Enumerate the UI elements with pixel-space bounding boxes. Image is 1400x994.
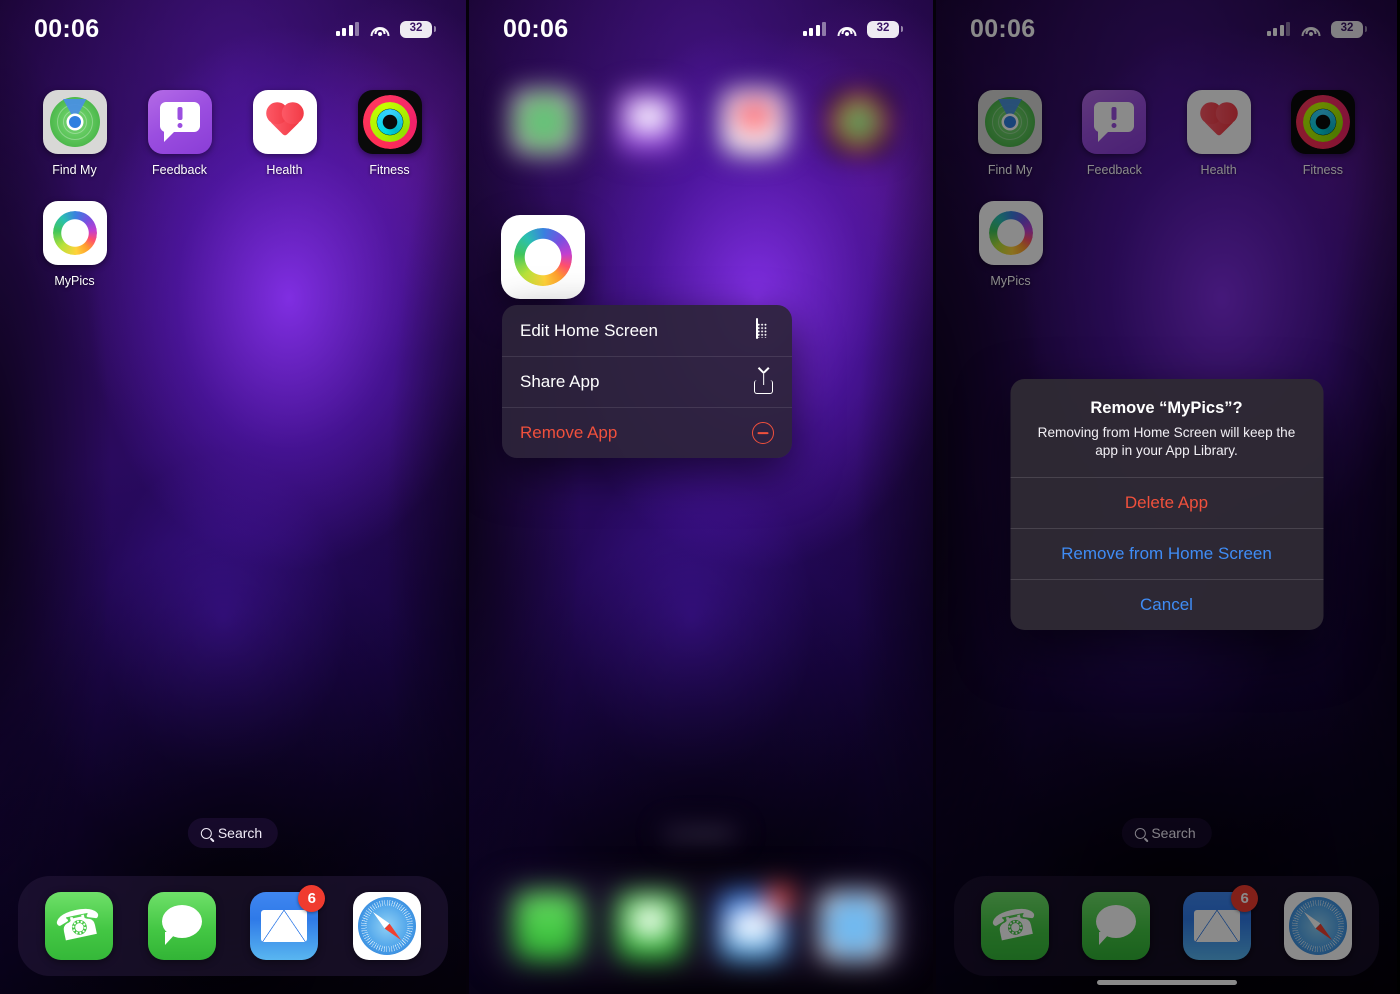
- context-menu-item-edit-home-screen[interactable]: Edit Home Screen: [502, 305, 792, 356]
- health-icon: [721, 90, 786, 154]
- home-screen-grid-icon: [752, 317, 774, 343]
- app-label: Health: [266, 163, 303, 177]
- app-fitness[interactable]: Fitness: [337, 90, 442, 177]
- battery-icon: 32: [867, 20, 904, 38]
- app-label: Fitness: [369, 163, 410, 177]
- app-row-1: Find My Feedback Health Fitness: [22, 90, 444, 177]
- app-health: [701, 90, 806, 154]
- app-grid: Find My Feedback Health Fitness MyPics: [0, 90, 466, 288]
- feedback-icon: [147, 90, 212, 154]
- minus-circle-icon: [752, 422, 774, 444]
- share-icon: [753, 371, 774, 394]
- context-menu-item-label: Share App: [520, 372, 600, 391]
- wifi-icon: [370, 22, 389, 36]
- remove-app-alert: Remove “MyPics”? Removing from Home Scre…: [1010, 379, 1323, 631]
- panel-remove-alert: 00:06 32 Find My Feedback Health Fitness…: [936, 0, 1397, 994]
- search-label: Search: [685, 825, 731, 841]
- wifi-icon: [837, 22, 856, 36]
- dock-app-mail: 6: [718, 885, 793, 960]
- cellular-bars-icon: [802, 22, 826, 36]
- mail-badge: 6: [298, 885, 326, 912]
- app-health[interactable]: Health: [232, 90, 337, 177]
- search-pill[interactable]: Search: [187, 818, 279, 848]
- dock-app-safari: [820, 892, 888, 960]
- dock-app-phone: [514, 892, 582, 960]
- app-feedback: [596, 90, 701, 154]
- battery-icon: 32: [400, 20, 437, 38]
- alert-message: Removing from Home Screen will keep the …: [1037, 425, 1296, 459]
- app-label: MyPics: [54, 274, 95, 288]
- context-menu-item-label: Edit Home Screen: [520, 320, 658, 340]
- app-label: Find My: [52, 163, 97, 177]
- status-bar: 00:06 32: [469, 0, 933, 58]
- fitness-icon: [826, 90, 891, 154]
- app-row-1: [491, 90, 911, 154]
- battery-level: 32: [876, 22, 890, 35]
- app-fitness: [806, 90, 911, 154]
- find-my-icon: [42, 90, 107, 154]
- dock-blurred: 6: [487, 876, 915, 976]
- dock-app-messages[interactable]: [147, 892, 216, 960]
- fitness-icon: [357, 90, 422, 154]
- mail-badge: 6: [766, 885, 793, 912]
- app-find-my[interactable]: Find My: [22, 90, 127, 177]
- app-grid-blurred: [469, 90, 933, 154]
- context-menu-item-share-app[interactable]: Share App: [502, 356, 792, 407]
- status-clock: 00:06: [34, 14, 100, 43]
- panel-home-screen: 00:06 32 Find My Feedback Health Fitness…: [0, 0, 466, 994]
- alert-button-delete-app[interactable]: Delete App: [1010, 477, 1323, 528]
- feedback-icon: [616, 90, 681, 154]
- app-label: Feedback: [152, 163, 207, 177]
- search-icon: [668, 827, 680, 839]
- dock: 6: [18, 876, 448, 976]
- health-icon: [252, 90, 317, 154]
- cellular-bars-icon: [335, 22, 359, 36]
- status-bar: 00:06 32: [0, 0, 466, 58]
- search-icon: [200, 827, 212, 839]
- battery-level: 32: [409, 22, 423, 35]
- lifted-app-icon-mypics[interactable]: [501, 215, 585, 299]
- alert-button-remove-from-home-screen[interactable]: Remove from Home Screen: [1010, 528, 1323, 579]
- mypics-icon: [42, 201, 107, 265]
- alert-header: Remove “MyPics”? Removing from Home Scre…: [1010, 379, 1323, 477]
- dock-app-safari[interactable]: [352, 892, 421, 960]
- three-panel-screenshot-strip: 00:06 32 Find My Feedback Health Fitness…: [0, 0, 1400, 994]
- dock-app-messages: [616, 892, 684, 960]
- status-indicators: 32: [802, 20, 904, 38]
- app-mypics[interactable]: MyPics: [22, 201, 127, 288]
- mypics-icon: [501, 215, 585, 299]
- status-indicators: 32: [335, 20, 437, 38]
- search-pill-blurred: Search: [655, 818, 747, 848]
- dock-app-phone[interactable]: [45, 892, 114, 960]
- context-menu-item-remove-app[interactable]: Remove App: [502, 407, 792, 458]
- status-clock: 00:06: [503, 14, 569, 43]
- context-menu-item-label: Remove App: [520, 423, 618, 442]
- search-label: Search: [217, 825, 263, 841]
- app-find-my: [491, 90, 596, 154]
- app-row-2: MyPics: [22, 201, 444, 288]
- app-context-menu: Edit Home Screen Share App Remove App: [502, 305, 792, 458]
- app-feedback[interactable]: Feedback: [127, 90, 232, 177]
- panel-context-menu: 00:06 32 Search 6 Edit Home Screen Share…: [466, 0, 936, 994]
- alert-title: Remove “MyPics”?: [1090, 399, 1243, 417]
- dock-app-mail[interactable]: 6: [250, 885, 326, 960]
- alert-button-cancel[interactable]: Cancel: [1010, 579, 1323, 630]
- find-my-icon: [511, 90, 576, 154]
